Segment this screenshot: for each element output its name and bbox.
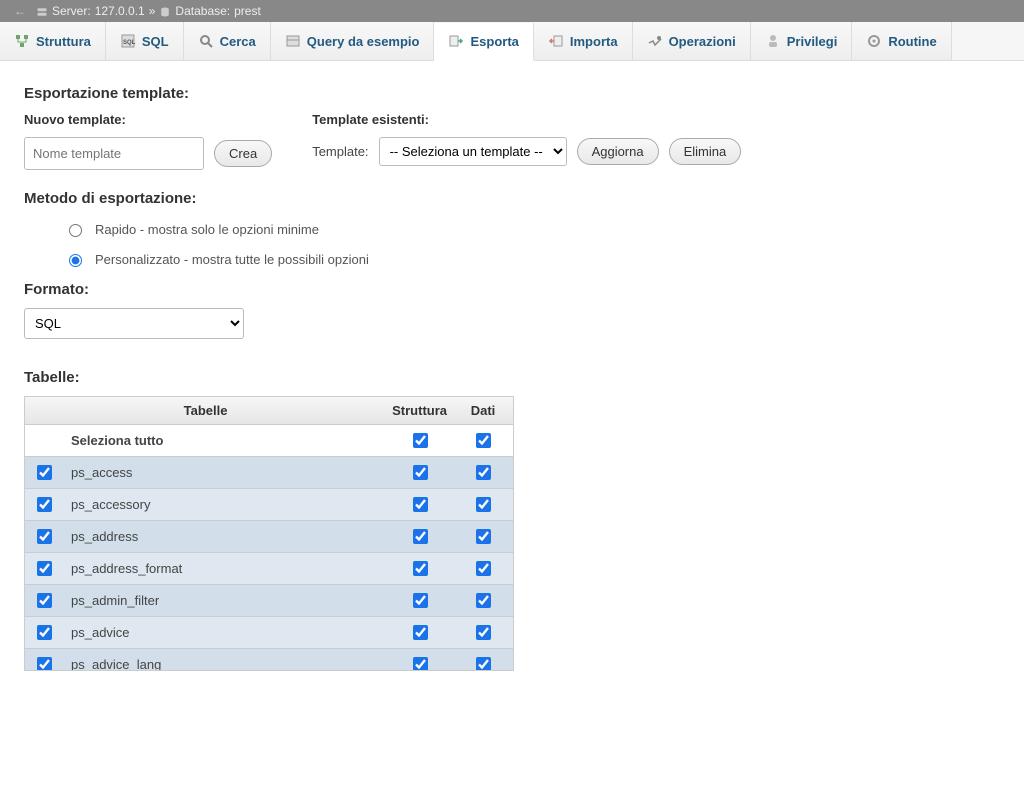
method-quick-label: Rapido - mostra solo le opzioni minime <box>95 222 319 237</box>
table-name[interactable]: ps_advice <box>63 617 386 649</box>
database-icon <box>159 4 171 18</box>
sql-icon: SQL <box>120 33 136 49</box>
col-tables: Tabelle <box>25 397 386 425</box>
tab-label: Operazioni <box>669 34 736 49</box>
tab-sql[interactable]: SQL SQL <box>106 22 184 60</box>
privileges-icon <box>765 33 781 49</box>
update-button[interactable]: Aggiorna <box>577 138 659 165</box>
col-data: Dati <box>453 397 513 425</box>
table-row: ps_advice_lang <box>25 649 513 672</box>
tab-label: Esporta <box>470 34 518 49</box>
tab-label: Privilegi <box>787 34 838 49</box>
export-method-title: Metodo di esportazione: <box>24 190 1000 207</box>
db-value[interactable]: prest <box>234 4 261 18</box>
tab-routine[interactable]: Routine <box>852 22 951 60</box>
row-structure-checkbox[interactable] <box>413 529 428 544</box>
tab-operazioni[interactable]: Operazioni <box>633 22 751 60</box>
template-name-input[interactable] <box>24 137 204 170</box>
export-template-title: Esportazione template: <box>24 85 1000 102</box>
query-icon <box>285 33 301 49</box>
row-select-checkbox[interactable] <box>37 465 52 480</box>
select-all-data-checkbox[interactable] <box>476 433 491 448</box>
delete-button[interactable]: Elimina <box>669 138 742 165</box>
row-select-checkbox[interactable] <box>37 657 52 671</box>
tables-scroll[interactable]: Tabelle Struttura Dati Seleziona tuttops… <box>24 396 514 671</box>
tab-privilegi[interactable]: Privilegi <box>751 22 853 60</box>
table-name[interactable]: ps_admin_filter <box>63 585 386 617</box>
table-name[interactable]: ps_address <box>63 521 386 553</box>
row-structure-checkbox[interactable] <box>413 593 428 608</box>
export-icon <box>448 33 464 49</box>
method-quick-radio[interactable] <box>69 224 82 237</box>
row-structure-checkbox[interactable] <box>413 657 428 671</box>
row-structure-checkbox[interactable] <box>413 561 428 576</box>
breadcrumb: ← Server: 127.0.0.1 » Database: prest <box>0 0 1024 22</box>
tab-struttura[interactable]: Struttura <box>0 22 106 60</box>
import-icon <box>548 33 564 49</box>
tab-label: Struttura <box>36 34 91 49</box>
tab-importa[interactable]: Importa <box>534 22 633 60</box>
tab-cerca[interactable]: Cerca <box>184 22 271 60</box>
table-name[interactable]: ps_address_format <box>63 553 386 585</box>
table-row: ps_advice <box>25 617 513 649</box>
tables-title: Tabelle: <box>24 369 1000 386</box>
method-custom-radio[interactable] <box>69 254 82 267</box>
row-select-checkbox[interactable] <box>37 529 52 544</box>
row-data-checkbox[interactable] <box>476 657 491 671</box>
tab-label: Query da esempio <box>307 34 420 49</box>
tab-label: Importa <box>570 34 618 49</box>
search-icon <box>198 33 214 49</box>
existing-template-title: Template esistenti: <box>312 112 741 127</box>
back-arrow-icon[interactable]: ← <box>8 4 32 18</box>
row-structure-checkbox[interactable] <box>413 465 428 480</box>
tab-label: Routine <box>888 34 936 49</box>
row-structure-checkbox[interactable] <box>413 497 428 512</box>
format-select[interactable]: SQL <box>24 308 244 339</box>
row-structure-checkbox[interactable] <box>413 625 428 640</box>
row-select-checkbox[interactable] <box>37 625 52 640</box>
tables-table: Tabelle Struttura Dati Seleziona tuttops… <box>25 397 513 671</box>
tab-label: Cerca <box>220 34 256 49</box>
routine-icon <box>866 33 882 49</box>
row-data-checkbox[interactable] <box>476 465 491 480</box>
select-all-label[interactable]: Seleziona tutto <box>63 425 386 457</box>
tabs-bar: Struttura SQL SQL Cerca Query da esempio… <box>0 22 1024 61</box>
row-select-checkbox[interactable] <box>37 593 52 608</box>
table-row: ps_address <box>25 521 513 553</box>
structure-icon <box>14 33 30 49</box>
row-data-checkbox[interactable] <box>476 561 491 576</box>
format-title: Formato: <box>24 281 1000 298</box>
table-name[interactable]: ps_accessory <box>63 489 386 521</box>
row-data-checkbox[interactable] <box>476 625 491 640</box>
table-row: ps_accessory <box>25 489 513 521</box>
create-button[interactable]: Crea <box>214 140 272 167</box>
server-value[interactable]: 127.0.0.1 <box>95 4 145 18</box>
row-select-checkbox[interactable] <box>37 561 52 576</box>
table-row: ps_address_format <box>25 553 513 585</box>
new-template-title: Nuovo template: <box>24 112 272 127</box>
tab-esporta[interactable]: Esporta <box>434 23 533 61</box>
template-select[interactable]: -- Seleziona un template -- <box>379 137 567 166</box>
tab-label: SQL <box>142 34 169 49</box>
server-icon <box>36 4 48 18</box>
row-data-checkbox[interactable] <box>476 529 491 544</box>
row-data-checkbox[interactable] <box>476 497 491 512</box>
table-row: ps_access <box>25 457 513 489</box>
db-label: Database: <box>175 4 230 18</box>
select-all-structure-checkbox[interactable] <box>413 433 428 448</box>
table-row: ps_admin_filter <box>25 585 513 617</box>
server-label: Server: <box>52 4 91 18</box>
tab-query-esempio[interactable]: Query da esempio <box>271 22 435 60</box>
template-label: Template: <box>312 144 368 159</box>
crumb-sep: » <box>149 4 156 18</box>
operations-icon <box>647 33 663 49</box>
svg-text:SQL: SQL <box>123 40 136 46</box>
row-data-checkbox[interactable] <box>476 593 491 608</box>
col-structure: Struttura <box>386 397 453 425</box>
row-select-checkbox[interactable] <box>37 497 52 512</box>
table-name[interactable]: ps_advice_lang <box>63 649 386 672</box>
method-custom-label: Personalizzato - mostra tutte le possibi… <box>95 252 369 267</box>
table-name[interactable]: ps_access <box>63 457 386 489</box>
